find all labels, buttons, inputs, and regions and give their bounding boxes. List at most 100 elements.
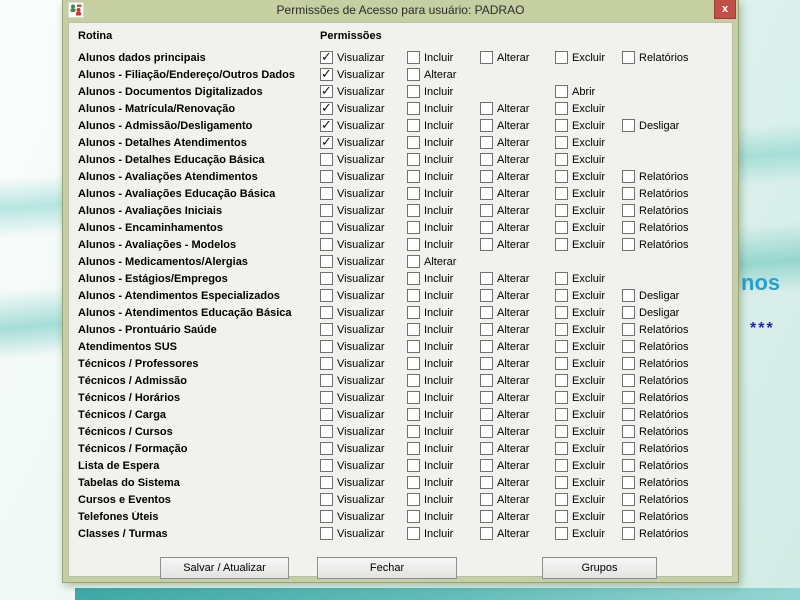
permission-checkbox-classes-turmas-incluir[interactable]: Incluir <box>407 527 453 540</box>
checkbox-icon[interactable] <box>555 493 568 506</box>
permission-checkbox-alunos-atendimentos-educacao-basica-visualizar[interactable]: Visualizar <box>320 306 385 319</box>
permission-checkbox-tecnicos-horarios-incluir[interactable]: Incluir <box>407 391 453 404</box>
checkbox-icon[interactable] <box>480 289 493 302</box>
permission-checkbox-alunos-medicamentos-alergias-alterar[interactable]: Alterar <box>407 255 456 268</box>
checkbox-icon[interactable] <box>480 272 493 285</box>
permission-checkbox-alunos-atendimentos-especializados-visualizar[interactable]: Visualizar <box>320 289 385 302</box>
permission-checkbox-alunos-detalhes-educacao-basica-incluir[interactable]: Incluir <box>407 153 453 166</box>
checkbox-icon[interactable] <box>320 357 333 370</box>
checkbox-icon[interactable] <box>622 51 635 64</box>
checkbox-icon[interactable] <box>320 374 333 387</box>
checkbox-checked-icon[interactable] <box>320 119 333 132</box>
permission-checkbox-tecnicos-horarios-excluir[interactable]: Excluir <box>555 391 605 404</box>
permission-checkbox-alunos-dados-principais-alterar[interactable]: Alterar <box>480 51 529 64</box>
permission-checkbox-tecnicos-admissao-relatorios[interactable]: Relatórios <box>622 374 689 387</box>
checkbox-icon[interactable] <box>622 289 635 302</box>
permission-checkbox-alunos-atendimentos-educacao-basica-alterar[interactable]: Alterar <box>480 306 529 319</box>
permission-checkbox-alunos-atendimentos-especializados-desligar[interactable]: Desligar <box>622 289 679 302</box>
checkbox-icon[interactable] <box>555 51 568 64</box>
permission-checkbox-alunos-avaliacoes-educacao-basica-incluir[interactable]: Incluir <box>407 187 453 200</box>
permission-checkbox-tecnicos-admissao-incluir[interactable]: Incluir <box>407 374 453 387</box>
checkbox-icon[interactable] <box>407 408 420 421</box>
permission-checkbox-alunos-avaliacoes-iniciais-alterar[interactable]: Alterar <box>480 204 529 217</box>
permission-checkbox-atendimentos-sus-alterar[interactable]: Alterar <box>480 340 529 353</box>
permission-checkbox-tecnicos-formacao-visualizar[interactable]: Visualizar <box>320 442 385 455</box>
checkbox-icon[interactable] <box>622 170 635 183</box>
checkbox-icon[interactable] <box>407 323 420 336</box>
checkbox-icon[interactable] <box>480 102 493 115</box>
permission-checkbox-tecnicos-formacao-incluir[interactable]: Incluir <box>407 442 453 455</box>
checkbox-checked-icon[interactable] <box>320 51 333 64</box>
permission-checkbox-alunos-encaminhamentos-visualizar[interactable]: Visualizar <box>320 221 385 234</box>
checkbox-icon[interactable] <box>320 238 333 251</box>
checkbox-icon[interactable] <box>407 306 420 319</box>
checkbox-icon[interactable] <box>555 340 568 353</box>
checkbox-icon[interactable] <box>480 340 493 353</box>
checkbox-icon[interactable] <box>407 187 420 200</box>
checkbox-icon[interactable] <box>622 442 635 455</box>
permission-checkbox-alunos-encaminhamentos-relatorios[interactable]: Relatórios <box>622 221 689 234</box>
permission-checkbox-alunos-avaliacoes-modelos-excluir[interactable]: Excluir <box>555 238 605 251</box>
permission-checkbox-classes-turmas-relatorios[interactable]: Relatórios <box>622 527 689 540</box>
permission-checkbox-tecnicos-cursos-alterar[interactable]: Alterar <box>480 425 529 438</box>
checkbox-icon[interactable] <box>555 102 568 115</box>
permission-checkbox-alunos-avaliacoes-iniciais-excluir[interactable]: Excluir <box>555 204 605 217</box>
checkbox-icon[interactable] <box>407 221 420 234</box>
permission-checkbox-lista-de-espera-visualizar[interactable]: Visualizar <box>320 459 385 472</box>
permission-checkbox-alunos-atendimentos-educacao-basica-excluir[interactable]: Excluir <box>555 306 605 319</box>
permission-checkbox-tecnicos-professores-incluir[interactable]: Incluir <box>407 357 453 370</box>
save-update-button[interactable]: Salvar / Atualizar <box>160 557 289 579</box>
permission-checkbox-alunos-detalhes-atendimentos-alterar[interactable]: Alterar <box>480 136 529 149</box>
permission-checkbox-classes-turmas-excluir[interactable]: Excluir <box>555 527 605 540</box>
permission-checkbox-classes-turmas-alterar[interactable]: Alterar <box>480 527 529 540</box>
close-button[interactable]: Fechar <box>317 557 457 579</box>
permission-checkbox-tecnicos-cursos-visualizar[interactable]: Visualizar <box>320 425 385 438</box>
checkbox-icon[interactable] <box>320 442 333 455</box>
permission-checkbox-tabelas-do-sistema-relatorios[interactable]: Relatórios <box>622 476 689 489</box>
permission-checkbox-tecnicos-formacao-relatorios[interactable]: Relatórios <box>622 442 689 455</box>
checkbox-icon[interactable] <box>407 255 420 268</box>
checkbox-icon[interactable] <box>407 170 420 183</box>
permission-checkbox-alunos-estagios-empregos-incluir[interactable]: Incluir <box>407 272 453 285</box>
checkbox-icon[interactable] <box>555 221 568 234</box>
checkbox-icon[interactable] <box>622 340 635 353</box>
checkbox-icon[interactable] <box>622 527 635 540</box>
checkbox-icon[interactable] <box>407 272 420 285</box>
checkbox-icon[interactable] <box>480 374 493 387</box>
checkbox-icon[interactable] <box>320 221 333 234</box>
permission-checkbox-alunos-documentos-digitalizados-incluir[interactable]: Incluir <box>407 85 453 98</box>
checkbox-icon[interactable] <box>555 119 568 132</box>
permission-checkbox-alunos-atendimentos-educacao-basica-desligar[interactable]: Desligar <box>622 306 679 319</box>
permission-checkbox-alunos-dados-principais-relatorios[interactable]: Relatórios <box>622 51 689 64</box>
checkbox-checked-icon[interactable] <box>320 85 333 98</box>
checkbox-icon[interactable] <box>320 340 333 353</box>
checkbox-icon[interactable] <box>555 408 568 421</box>
permission-checkbox-tecnicos-carga-excluir[interactable]: Excluir <box>555 408 605 421</box>
checkbox-icon[interactable] <box>555 459 568 472</box>
permission-checkbox-alunos-prontuario-saude-excluir[interactable]: Excluir <box>555 323 605 336</box>
checkbox-icon[interactable] <box>555 510 568 523</box>
checkbox-icon[interactable] <box>622 476 635 489</box>
checkbox-icon[interactable] <box>622 323 635 336</box>
permission-checkbox-alunos-detalhes-atendimentos-incluir[interactable]: Incluir <box>407 136 453 149</box>
permission-checkbox-alunos-dados-principais-incluir[interactable]: Incluir <box>407 51 453 64</box>
checkbox-icon[interactable] <box>480 476 493 489</box>
permission-checkbox-alunos-avaliacoes-iniciais-visualizar[interactable]: Visualizar <box>320 204 385 217</box>
checkbox-icon[interactable] <box>622 238 635 251</box>
checkbox-icon[interactable] <box>555 272 568 285</box>
checkbox-icon[interactable] <box>480 408 493 421</box>
checkbox-icon[interactable] <box>407 153 420 166</box>
checkbox-icon[interactable] <box>480 306 493 319</box>
permission-checkbox-alunos-admissao-desligamento-excluir[interactable]: Excluir <box>555 119 605 132</box>
permission-checkbox-telefones-uteis-alterar[interactable]: Alterar <box>480 510 529 523</box>
checkbox-icon[interactable] <box>555 204 568 217</box>
checkbox-icon[interactable] <box>320 187 333 200</box>
checkbox-icon[interactable] <box>555 442 568 455</box>
checkbox-icon[interactable] <box>555 357 568 370</box>
permission-checkbox-atendimentos-sus-incluir[interactable]: Incluir <box>407 340 453 353</box>
permission-checkbox-alunos-atendimentos-especializados-incluir[interactable]: Incluir <box>407 289 453 302</box>
checkbox-icon[interactable] <box>555 238 568 251</box>
permission-checkbox-tecnicos-cursos-incluir[interactable]: Incluir <box>407 425 453 438</box>
checkbox-icon[interactable] <box>622 204 635 217</box>
permission-checkbox-tecnicos-cursos-excluir[interactable]: Excluir <box>555 425 605 438</box>
